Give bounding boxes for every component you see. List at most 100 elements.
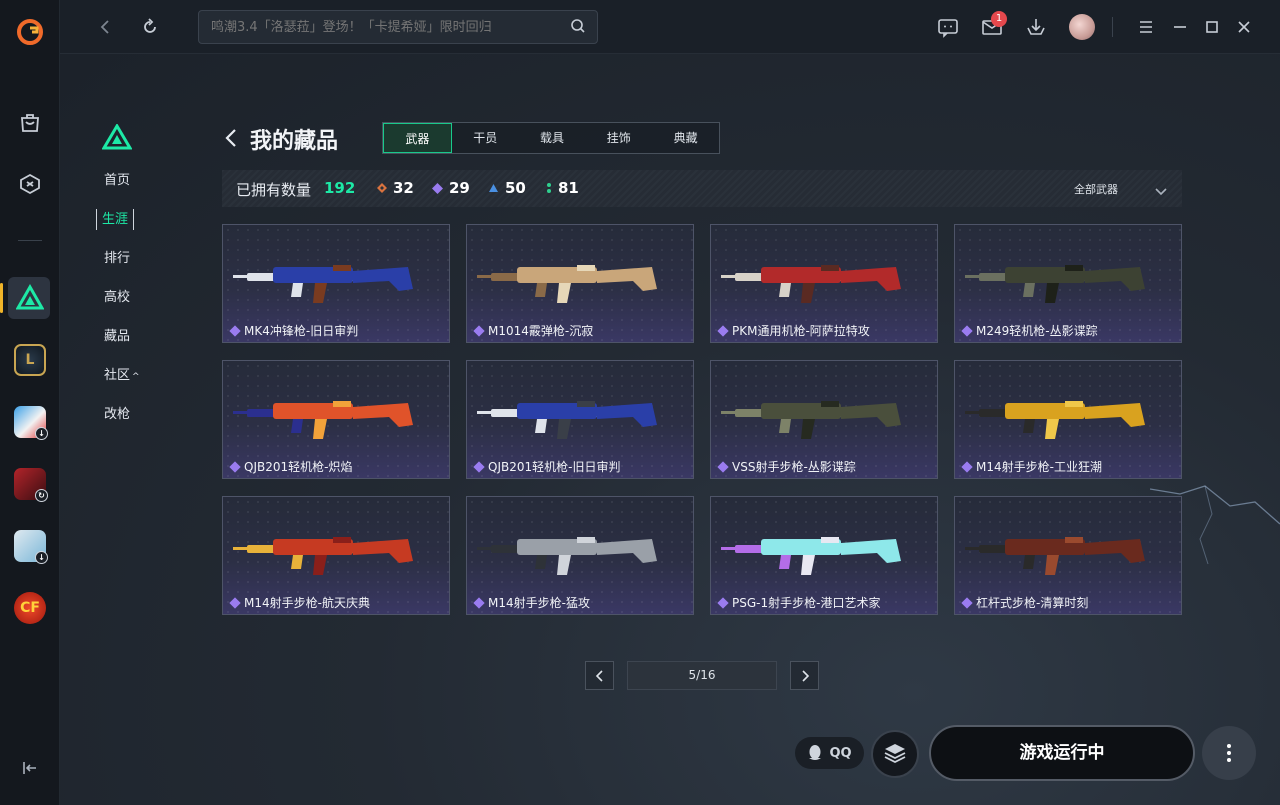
category-tabs: 武器 干员 载具 挂饰 典藏 <box>382 122 720 154</box>
owned-count-label: 已拥有数量 <box>236 181 312 199</box>
green-dots-icon <box>547 183 551 193</box>
weapon-filter-select[interactable]: 全部武器 <box>1074 181 1118 197</box>
weapon-card[interactable]: 杠杆式步枪-清算时刻 <box>954 496 1182 615</box>
maximize-button[interactable] <box>1200 15 1224 39</box>
weapon-card[interactable]: VSS射手步枪-丛影谍踪 <box>710 360 938 479</box>
tab-operators[interactable]: 干员 <box>452 123 519 153</box>
next-page-button[interactable] <box>790 661 819 690</box>
tab-collectibles[interactable]: 典藏 <box>652 123 719 153</box>
search-input[interactable] <box>198 10 598 44</box>
rail-divider <box>18 240 42 241</box>
rarity-diamond-icon <box>473 596 485 609</box>
app-logo[interactable] <box>10 12 50 52</box>
weapon-card[interactable]: M249轻机枪-丛影谍踪 <box>954 224 1182 343</box>
rail-game-3[interactable]: ↻ <box>10 464 50 504</box>
page-title: 我的藏品 <box>250 129 339 154</box>
tab-charms[interactable]: 挂饰 <box>585 123 652 153</box>
weapon-card[interactable]: M14射手步枪-航天庆典 <box>222 496 450 615</box>
menu-button[interactable] <box>1134 15 1158 39</box>
delta-logo-icon <box>101 123 133 150</box>
more-vertical-icon <box>1227 744 1231 762</box>
tab-vehicles[interactable]: 载具 <box>519 123 586 153</box>
subnav-item-gunsmith[interactable]: 改枪 <box>96 404 156 443</box>
weapon-card[interactable]: PKM通用机枪-阿萨拉特攻 <box>710 224 938 343</box>
weapon-card[interactable]: M14射手步枪-工业狂潮 <box>954 360 1182 479</box>
weapon-image <box>965 537 1145 575</box>
left-rail: L ↓ ↻ ↓ CF <box>0 0 60 805</box>
app-logo-icon <box>17 19 43 45</box>
stack-button[interactable] <box>871 730 919 778</box>
search-icon[interactable] <box>570 18 586 38</box>
chevron-left-icon <box>225 129 236 147</box>
weapon-name-row: MK4冲锋枪-旧日审判 <box>229 322 358 339</box>
rail-game-cf[interactable]: CF <box>10 588 50 628</box>
rail-game-4[interactable]: ↓ <box>10 526 50 566</box>
weapon-image <box>721 265 901 303</box>
chevron-left-icon <box>595 669 603 682</box>
download-manager-button[interactable] <box>1024 15 1048 39</box>
rarity-stat-blue: 50 <box>488 179 526 197</box>
weapon-card[interactable]: PSG-1射手步枪-港口艺术家 <box>710 496 938 615</box>
weapon-name: PSG-1射手步枪-港口艺术家 <box>732 596 881 610</box>
game-red-icon: ↻ <box>14 468 48 502</box>
sub-nav: 首页 生涯 排行 高校 藏品 社区 ^ 改枪 <box>96 170 156 443</box>
update-icon: ↻ <box>35 489 48 502</box>
subnav-item-ranking[interactable]: 排行 <box>96 248 156 287</box>
top-bar: 1 <box>60 0 1280 54</box>
weapon-card[interactable]: M1014霰弹枪-沉寂 <box>466 224 694 343</box>
qq-penguin-icon <box>809 745 822 760</box>
game-running-button[interactable]: 游戏运行中 <box>929 725 1195 781</box>
weapon-card[interactable]: MK4冲锋枪-旧日审判 <box>222 224 450 343</box>
weapon-name: M14射手步枪-猛攻 <box>488 596 590 610</box>
subnav-item-campus[interactable]: 高校 <box>96 287 156 326</box>
rarity-diamond-icon <box>717 324 729 337</box>
weapon-card[interactable]: QJB201轻机枪-旧日审判 <box>466 360 694 479</box>
collapse-icon <box>23 762 36 774</box>
rarity-stat-green: 81 <box>546 179 579 197</box>
tab-weapons[interactable]: 武器 <box>383 123 452 153</box>
page-back-button[interactable] <box>224 128 238 152</box>
chat-icon <box>938 19 958 38</box>
crossfire-icon: CF <box>14 592 46 624</box>
rail-game-2[interactable]: ↓ <box>10 402 50 442</box>
chat-button[interactable] <box>936 15 960 39</box>
weapon-name-row: M14射手步枪-工业狂潮 <box>961 458 1102 475</box>
chevron-down-icon[interactable] <box>1154 182 1168 201</box>
weapon-card[interactable]: QJB201轻机枪-炽焰 <box>222 360 450 479</box>
weapon-image <box>477 265 657 303</box>
rarity-stat-orange: 32 <box>377 179 414 197</box>
rail-games[interactable] <box>10 164 50 204</box>
close-button[interactable] <box>1232 15 1256 39</box>
weapon-image <box>477 401 657 439</box>
weapon-name: VSS射手步枪-丛影谍踪 <box>732 460 856 474</box>
weapon-name-row: M1014霰弹枪-沉寂 <box>473 322 593 339</box>
subnav-item-collection[interactable]: 藏品 <box>96 326 156 365</box>
collapse-rail-button[interactable] <box>10 748 50 788</box>
weapon-name: QJB201轻机枪-旧日审判 <box>488 460 621 474</box>
rarity-diamond-icon <box>961 460 973 473</box>
weapon-image <box>965 265 1145 303</box>
rarity-stat-purple: 29 <box>432 179 470 197</box>
refresh-button[interactable] <box>138 15 162 39</box>
rarity-diamond-icon <box>473 460 485 473</box>
qq-button[interactable]: QQ <box>795 737 864 769</box>
rail-game-delta-force[interactable] <box>10 278 50 318</box>
weapon-name: QJB201轻机枪-炽焰 <box>244 460 353 474</box>
rail-store[interactable] <box>10 102 50 142</box>
weapon-image <box>233 401 413 439</box>
page-indicator[interactable]: 5/16 <box>627 661 777 690</box>
weapon-name-row: M249轻机枪-丛影谍踪 <box>961 322 1098 339</box>
chevron-right-icon <box>801 669 809 682</box>
more-options-button[interactable] <box>1202 726 1256 780</box>
subnav-item-community[interactable]: 社区 ^ <box>96 365 156 404</box>
prev-page-button[interactable] <box>585 661 614 690</box>
weapon-card[interactable]: M14射手步枪-猛攻 <box>466 496 694 615</box>
weapon-name: M249轻机枪-丛影谍踪 <box>976 324 1098 338</box>
user-avatar[interactable] <box>1069 14 1095 40</box>
orange-diamond-icon <box>377 183 387 193</box>
subnav-item-home[interactable]: 首页 <box>96 170 156 209</box>
back-button[interactable] <box>94 15 118 39</box>
subnav-item-career[interactable]: 生涯 <box>96 209 156 248</box>
rail-game-lol[interactable]: L <box>10 340 50 380</box>
minimize-button[interactable] <box>1168 15 1192 39</box>
